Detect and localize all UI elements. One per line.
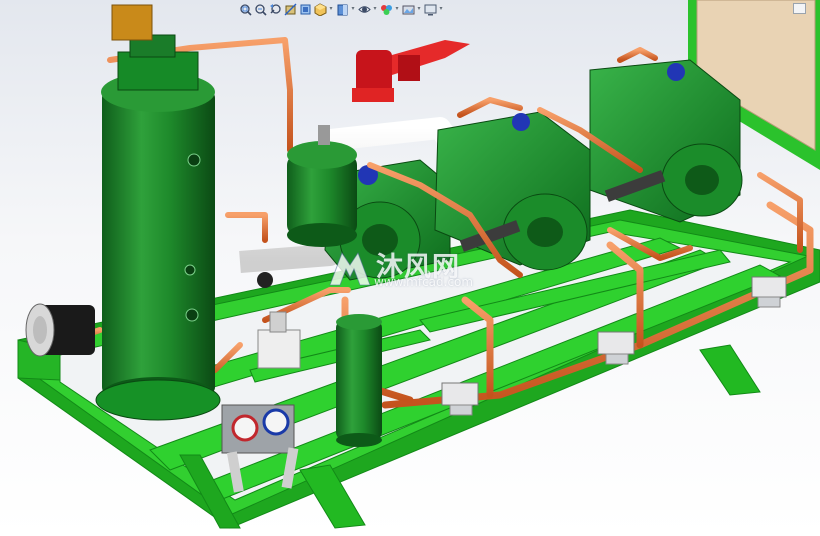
zoom-to-fit-icon[interactable] — [238, 2, 252, 16]
apply-scene-icon[interactable] — [401, 2, 415, 16]
graphics-viewport[interactable]: ▾ ▾ ▾ ▾ ▾ ▾ 沐风网 www.mfcad.com — [0, 0, 820, 536]
suction-accumulator[interactable] — [336, 314, 382, 447]
view-settings-icon[interactable] — [423, 2, 437, 16]
liquid-receiver[interactable] — [95, 4, 221, 421]
display-style-icon[interactable] — [335, 2, 349, 16]
previous-view-icon[interactable] — [268, 2, 282, 16]
assembly-model[interactable] — [0, 0, 820, 536]
dropdown-caret-icon[interactable]: ▾ — [350, 2, 356, 16]
window-restore-button[interactable] — [793, 3, 806, 14]
dropdown-caret-icon[interactable]: ▾ — [394, 2, 400, 16]
view-orientation-icon[interactable] — [313, 2, 327, 16]
safety-valve[interactable] — [352, 40, 470, 102]
dropdown-caret-icon[interactable]: ▾ — [372, 2, 378, 16]
hide-show-items-icon[interactable] — [357, 2, 371, 16]
dropdown-caret-icon[interactable]: ▾ — [328, 2, 334, 16]
compressor-3[interactable] — [589, 59, 743, 223]
dropdown-caret-icon[interactable]: ▾ — [438, 2, 444, 16]
dropdown-caret-icon[interactable]: ▾ — [416, 2, 422, 16]
edit-appearance-icon[interactable] — [379, 2, 393, 16]
section-view-icon[interactable] — [283, 2, 297, 16]
heads-up-view-toolbar: ▾ ▾ ▾ ▾ ▾ ▾ — [238, 1, 444, 17]
sight-glass-flange[interactable] — [25, 303, 95, 357]
dynamic-annotation-icon[interactable] — [298, 2, 312, 16]
zoom-to-area-icon[interactable] — [253, 2, 267, 16]
